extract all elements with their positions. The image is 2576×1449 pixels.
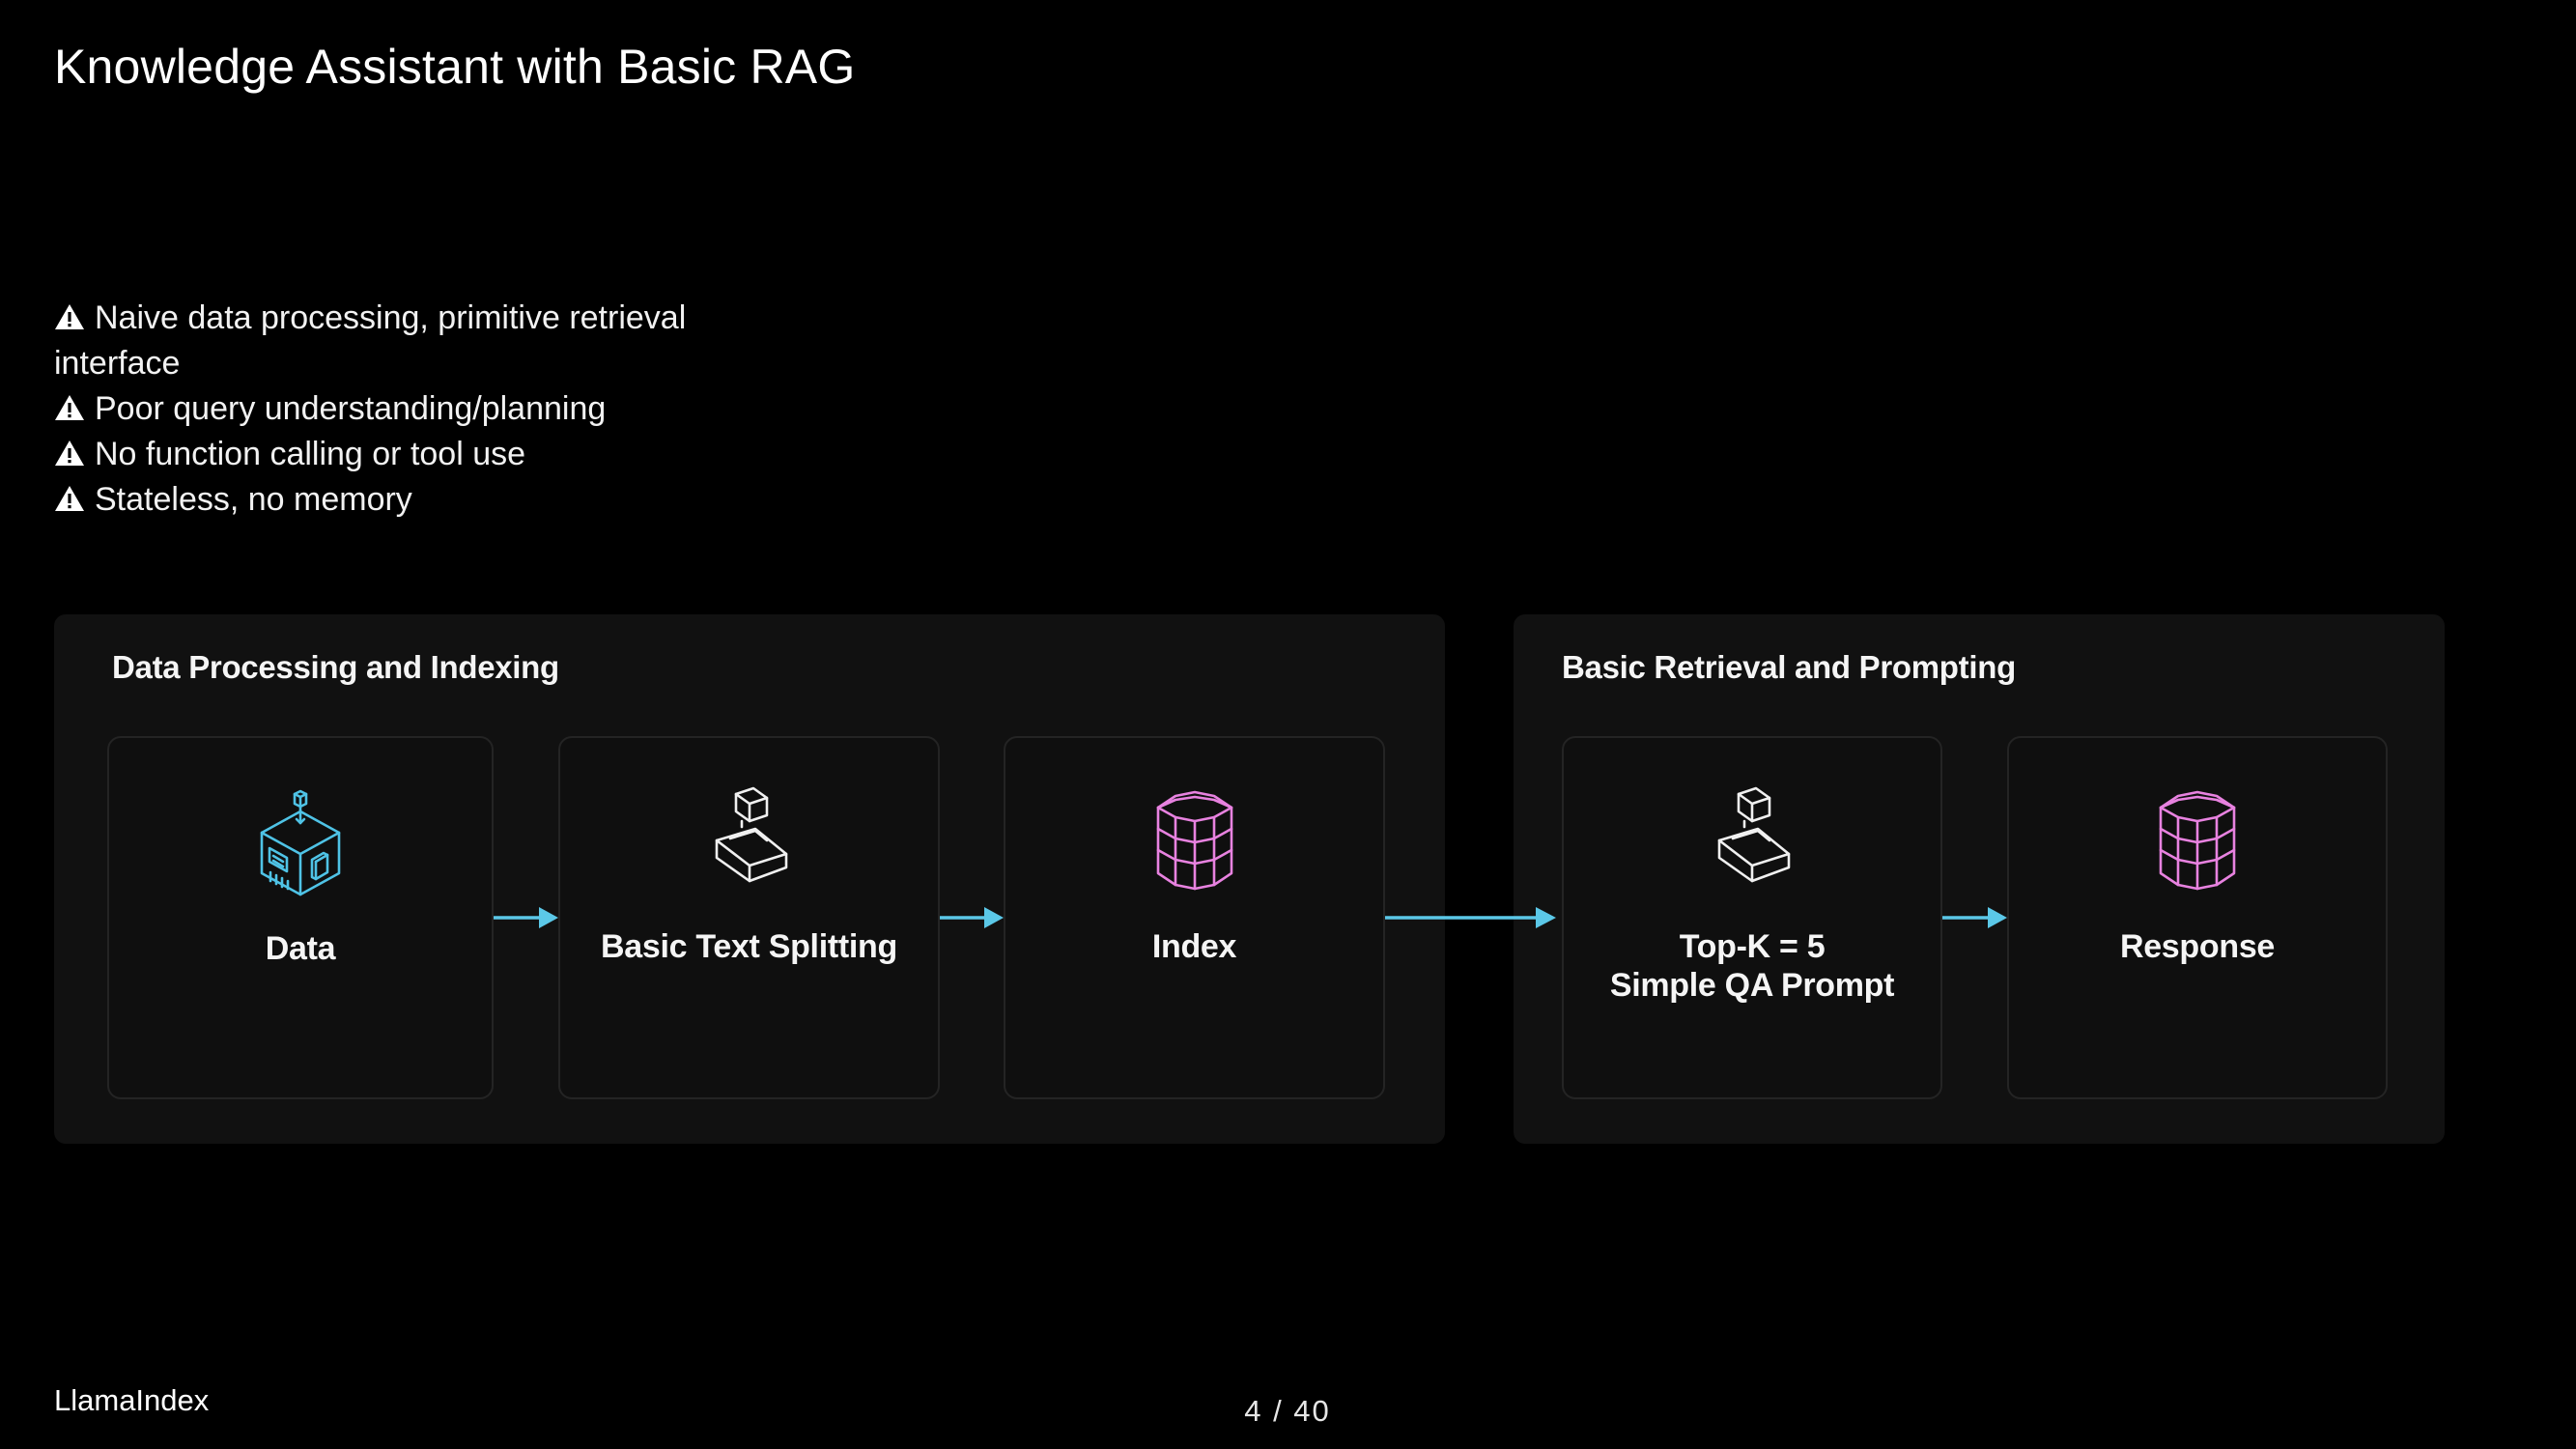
node-label-line: Simple QA Prompt (1609, 967, 1895, 1004)
data-building-icon (260, 789, 341, 896)
section-title: Data Processing and Indexing (112, 649, 559, 685)
node-label: Top-K = 5 Simple QA Prompt (1564, 927, 1940, 1005)
limitation-text: No function calling or tool use (95, 436, 526, 472)
warning-icon (55, 304, 84, 329)
node-response: Response (2007, 736, 2388, 1099)
limitation-text: Naive data processing, primitive retriev… (54, 299, 687, 382)
node-top-k-prompt: Top-K = 5 Simple QA Prompt (1562, 736, 1942, 1099)
node-basic-text-splitting: Basic Text Splitting (558, 736, 940, 1099)
limitation-text: Poor query understanding/planning (95, 390, 607, 427)
limitation-item: Poor query understanding/planning (54, 386, 750, 432)
page-counter: 4 / 40 (1244, 1394, 1331, 1428)
node-label-line: Top-K = 5 (1679, 928, 1826, 965)
warning-icon (55, 440, 84, 466)
database-icon (1156, 790, 1232, 891)
splitter-icon (715, 786, 787, 883)
node-label: Basic Text Splitting (601, 928, 897, 965)
limitation-item: Stateless, no memory (54, 477, 750, 523)
node-label: Data (265, 930, 336, 967)
node-data: Data (107, 736, 494, 1099)
splitter-icon (1717, 786, 1791, 883)
node-label: Response (2119, 928, 2276, 965)
footer-brand: LlamaIndex (54, 1383, 210, 1417)
warning-icon (55, 486, 84, 511)
limitation-text: Stateless, no memory (95, 481, 412, 518)
warning-icon (55, 395, 84, 420)
limitations-list: Naive data processing, primitive retriev… (54, 296, 750, 523)
section-title: Basic Retrieval and Prompting (1562, 649, 2016, 685)
limitation-item: No function calling or tool use (54, 432, 750, 477)
node-label: Index (1151, 928, 1237, 965)
slide-title: Knowledge Assistant with Basic RAG (54, 40, 856, 94)
database-icon (2159, 790, 2236, 891)
limitation-item: Naive data processing, primitive retriev… (54, 296, 750, 386)
node-index: Index (1004, 736, 1385, 1099)
